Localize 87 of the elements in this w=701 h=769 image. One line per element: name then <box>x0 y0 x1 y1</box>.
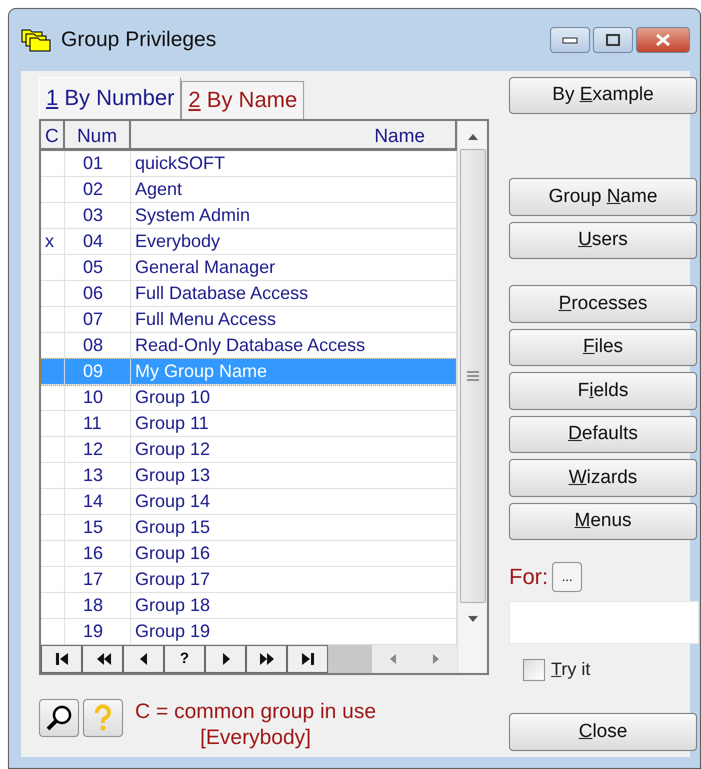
navigator-button[interactable] <box>82 645 123 673</box>
table-row[interactable]: 17 Group 17 <box>41 567 457 593</box>
table-cell: 07 <box>65 307 131 332</box>
scroll-right-icon <box>432 653 440 665</box>
fastback-arrow-icon <box>94 651 110 667</box>
scroll-down-icon <box>466 615 478 623</box>
question-mark-icon <box>94 704 112 732</box>
table-row[interactable]: 06 Full Database Access <box>41 281 457 307</box>
table-cell: 04 <box>65 229 131 254</box>
table-cell: 01 <box>65 151 131 176</box>
column-header[interactable]: Num <box>65 121 131 148</box>
table-row[interactable]: x 04 Everybody <box>41 229 457 255</box>
action-button[interactable]: Fields <box>509 372 697 410</box>
navigator-filler <box>328 645 372 673</box>
table-row[interactable]: 03 System Admin <box>41 203 457 229</box>
action-button[interactable]: Wizards <box>509 459 697 497</box>
table-cell: x <box>41 229 65 254</box>
table-cell: 10 <box>65 385 131 410</box>
for-field[interactable] <box>509 601 699 644</box>
scroll-up-icon <box>466 133 478 141</box>
minimize-button[interactable] <box>550 27 590 53</box>
table-cell: 17 <box>65 567 131 592</box>
action-button[interactable]: Processes <box>509 285 697 323</box>
table-cell: 02 <box>65 177 131 202</box>
navigator-button[interactable] <box>246 645 287 673</box>
close-button[interactable] <box>636 27 690 53</box>
table-row[interactable]: 16 Group 16 <box>41 541 457 567</box>
close-dialog-button[interactable]: Close <box>509 713 697 751</box>
table-cell: 14 <box>65 489 131 514</box>
table-row[interactable]: 05 General Manager <box>41 255 457 281</box>
navigator-button[interactable] <box>287 645 328 673</box>
table-cell: 09 <box>65 359 131 384</box>
table-row[interactable]: 14 Group 14 <box>41 489 457 515</box>
table-row[interactable]: 10 Group 10 <box>41 385 457 411</box>
navigator-button[interactable] <box>123 645 164 673</box>
table-row[interactable]: 11 Group 11 <box>41 411 457 437</box>
checkbox[interactable] <box>523 658 545 681</box>
action-button[interactable]: Group Name <box>509 178 697 216</box>
legend-text: [Everybody] <box>199 725 312 751</box>
table-row[interactable]: 15 Group 15 <box>41 515 457 541</box>
search-button[interactable] <box>39 699 79 737</box>
folders-icon <box>21 28 53 52</box>
table-cell: 12 <box>65 437 131 462</box>
navigator-button[interactable] <box>41 645 82 673</box>
table-cell: 19 <box>65 619 131 644</box>
first-arrow-icon <box>54 651 70 667</box>
table-row[interactable]: 18 Group 18 <box>41 593 457 619</box>
window-title: Group Privileges <box>61 27 216 54</box>
navigator-button[interactable] <box>205 645 246 673</box>
table-cell: 16 <box>65 541 131 566</box>
search-icon <box>46 705 72 731</box>
legend-text: C = common group in use <box>135 699 376 725</box>
vertical-scrollbar[interactable] <box>457 121 487 673</box>
for-label: For: <box>509 563 548 592</box>
action-button[interactable]: Files <box>509 328 697 366</box>
scroll-left-icon <box>389 653 398 665</box>
close-icon <box>655 33 671 47</box>
maximize-icon <box>606 34 620 46</box>
maximize-button[interactable] <box>593 27 633 53</box>
table-cell: 13 <box>65 463 131 488</box>
action-button[interactable]: By Example <box>509 77 697 114</box>
table-row[interactable]: 13 Group 13 <box>41 463 457 489</box>
action-button[interactable]: Defaults <box>509 416 697 454</box>
browse-button[interactable]: ... <box>552 562 582 592</box>
table-cell: 03 <box>65 203 131 228</box>
scroll-thumb[interactable] <box>460 149 486 603</box>
table-row[interactable]: 12 Group 12 <box>41 437 457 463</box>
minimize-icon <box>562 36 578 44</box>
action-button[interactable]: Users <box>509 222 697 260</box>
table-row[interactable]: 02 Agent <box>41 177 457 203</box>
tab[interactable]: 1 By Number <box>39 77 182 119</box>
fastnext-arrow-icon <box>258 651 274 667</box>
navigator-button[interactable]: ? <box>164 645 205 673</box>
table-cell: 06 <box>65 281 131 306</box>
last-arrow-icon <box>300 651 316 667</box>
table-cell: 18 <box>65 593 131 618</box>
column-header[interactable]: C <box>41 121 65 148</box>
table-cell: 05 <box>65 255 131 280</box>
table-row[interactable]: 01 quickSOFT <box>41 151 457 177</box>
table-row[interactable]: 07 Full Menu Access <box>41 307 457 333</box>
grip-icon <box>466 371 478 381</box>
horizontal-scrollbar[interactable] <box>372 645 457 673</box>
action-button[interactable]: Menus <box>509 502 697 540</box>
checkbox-label[interactable]: Try it <box>551 656 590 684</box>
table-cell: 11 <box>65 411 131 436</box>
table-cell: 15 <box>65 515 131 540</box>
tab[interactable]: 2 By Name <box>181 81 304 119</box>
